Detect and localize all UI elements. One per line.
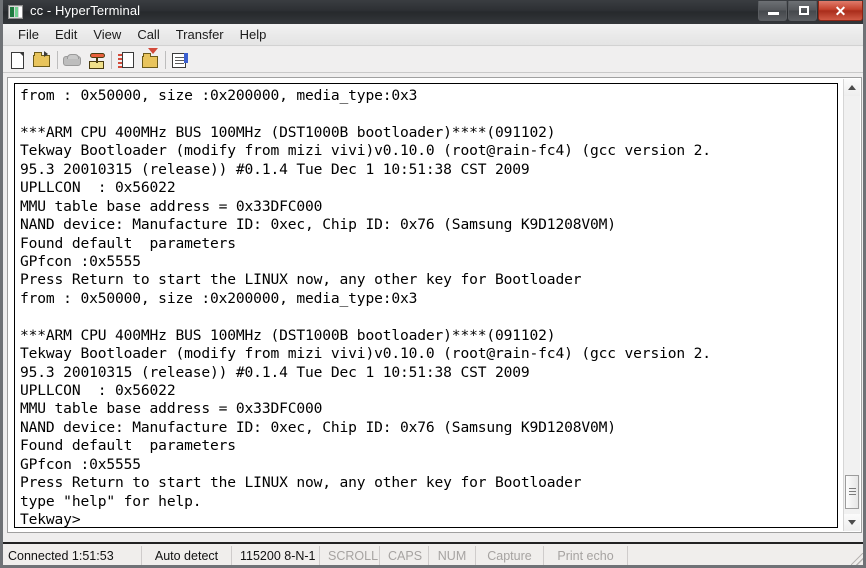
minimize-button[interactable]: [758, 1, 787, 21]
terminal-line: ***ARM CPU 400MHz BUS 100MHz (DST1000B b…: [20, 123, 556, 141]
toolbar-separator: [165, 51, 166, 69]
toolbar-separator: [57, 51, 58, 69]
minimize-icon: [768, 12, 779, 15]
terminal-line: NAND device: Manufacture ID: 0xec, Chip …: [20, 216, 616, 234]
window-controls: ✕: [757, 1, 863, 22]
terminal-cursor: [89, 515, 98, 527]
menu-bar: File Edit View Call Transfer Help: [3, 24, 863, 46]
menu-item-transfer[interactable]: Transfer: [168, 25, 232, 44]
menu-item-edit[interactable]: Edit: [47, 25, 85, 44]
terminal-line: UPLLCON : 0x56022: [20, 382, 176, 399]
status-detect: Auto detect: [142, 546, 232, 565]
grip-icon: [849, 488, 856, 496]
toolbar: [3, 47, 863, 73]
terminal-line: from : 0x50000, size :0x200000, media_ty…: [20, 87, 418, 104]
disconnect-phone-icon[interactable]: [62, 51, 82, 70]
scroll-down-button[interactable]: [844, 514, 860, 531]
terminal-screen[interactable]: from : 0x50000, size :0x200000, media_ty…: [14, 83, 838, 528]
status-connected: Connected 1:51:53: [3, 546, 142, 565]
new-connection-icon[interactable]: [8, 51, 28, 70]
terminal-scrollbar[interactable]: [843, 79, 860, 531]
terminal-line: UPLLCON : 0x56022: [20, 179, 176, 197]
terminal-line: 95.3 20010315 (release)) #0.1.4 Tue Dec …: [20, 363, 530, 381]
status-scroll: SCROLL: [320, 546, 380, 565]
terminal-output: from : 0x50000, size :0x200000, media_ty…: [20, 87, 837, 527]
terminal-line: Tekway Bootloader (modify from mizi vivi…: [20, 345, 711, 363]
chevron-up-icon: [848, 85, 856, 90]
hyperterminal-icon: [8, 5, 23, 19]
terminal-line: MMU table base address = 0x33DFC000: [20, 197, 323, 215]
close-icon: ✕: [834, 3, 847, 19]
terminal-line: Tekway Bootloader (modify from mizi vivi…: [20, 142, 711, 160]
scrollbar-thumb[interactable]: [845, 475, 859, 509]
terminal-line: GPfcon :0x5555: [20, 252, 141, 270]
title-bar[interactable]: cc - HyperTerminal ✕: [3, 0, 863, 24]
chevron-down-icon: [848, 520, 856, 525]
terminal-line: type "help" for help.: [20, 492, 202, 510]
terminal-line: Found default parameters: [20, 234, 236, 252]
hyperterminal-window: cc - HyperTerminal ✕ File Edit View Call…: [0, 0, 866, 568]
status-capture: Capture: [476, 546, 544, 565]
open-icon[interactable]: [32, 51, 52, 70]
menu-item-file[interactable]: File: [10, 25, 47, 44]
properties-icon[interactable]: [170, 51, 190, 70]
scroll-up-button[interactable]: [844, 79, 860, 96]
window-title: cc - HyperTerminal: [30, 3, 141, 18]
terminal-line: MMU table base address = 0x33DFC000: [20, 400, 323, 418]
receive-file-icon[interactable]: [140, 48, 160, 70]
send-file-icon[interactable]: [116, 51, 136, 70]
resize-grip-icon[interactable]: [851, 553, 863, 565]
menu-item-call[interactable]: Call: [129, 25, 167, 44]
close-button[interactable]: ✕: [818, 1, 863, 21]
terminal-line: Found default parameters: [20, 437, 236, 455]
maximize-button[interactable]: [788, 1, 817, 21]
status-bar: Connected 1:51:53 Auto detect 115200 8-N…: [3, 542, 863, 565]
terminal-line: Press Return to start the LINUX now, any…: [20, 271, 582, 289]
terminal-line: ***ARM CPU 400MHz BUS 100MHz (DST1000B b…: [20, 326, 556, 344]
terminal-line: from : 0x50000, size :0x200000, media_ty…: [20, 289, 418, 307]
status-print-echo: Print echo: [544, 546, 628, 565]
terminal-panel: from : 0x50000, size :0x200000, media_ty…: [7, 77, 862, 533]
terminal-line: Tekway>: [20, 511, 837, 527]
status-num: NUM: [429, 546, 476, 565]
menu-item-view[interactable]: View: [85, 25, 129, 44]
toolbar-separator: [111, 51, 112, 69]
menu-item-help[interactable]: Help: [232, 25, 275, 44]
terminal-line: GPfcon :0x5555: [20, 455, 141, 473]
terminal-line: NAND device: Manufacture ID: 0xec, Chip …: [20, 418, 616, 436]
terminal-line: Press Return to start the LINUX now, any…: [20, 474, 582, 492]
status-settings: 115200 8-N-1: [232, 546, 320, 565]
terminal-line: 95.3 20010315 (release)) #0.1.4 Tue Dec …: [20, 160, 530, 178]
call-phone-icon[interactable]: [86, 51, 106, 70]
status-caps: CAPS: [380, 546, 429, 565]
maximize-icon: [799, 6, 809, 15]
